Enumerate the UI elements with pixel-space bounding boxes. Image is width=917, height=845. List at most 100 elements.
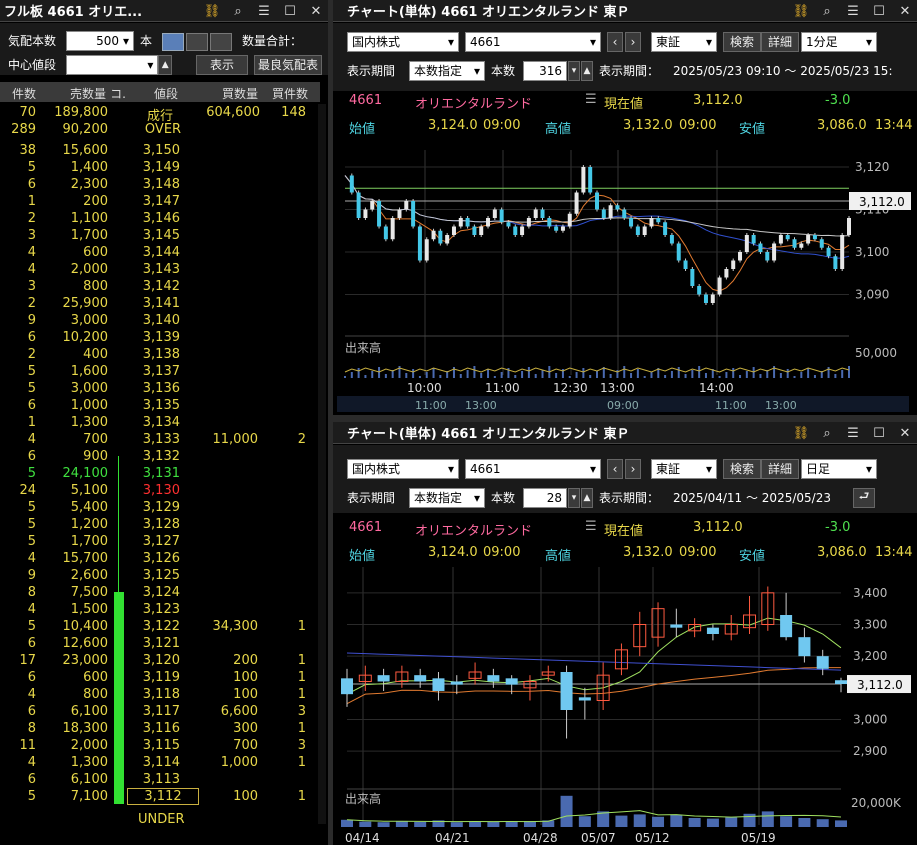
menu-icon[interactable]: ☰ bbox=[254, 4, 274, 19]
book-row[interactable]: 17 23,000 3,120 200 1 bbox=[0, 652, 320, 669]
exchange-select[interactable]: 東証 ▾ bbox=[651, 458, 717, 479]
exchange-select[interactable]: 東証 ▾ bbox=[651, 31, 717, 52]
interval-select[interactable]: 1分足 ▾ bbox=[801, 31, 877, 52]
chart-top-panel: チャート(単体) 4661 オリエンタルランド 東Ｐ ⛓ ⌕ ☰ ☐ ✕ 国内株… bbox=[333, 0, 917, 415]
count-up-button[interactable]: ▲ bbox=[581, 487, 593, 508]
book-row[interactable]: 6 12,600 3,121 bbox=[0, 635, 320, 652]
chart-bottom-titlebar[interactable]: チャート(単体) 4661 オリエンタルランド 東Ｐ ⛓ ⌕ ☰ ☐ ✕ bbox=[333, 422, 917, 444]
book-row[interactable]: 4 800 3,118 100 1 bbox=[0, 686, 320, 703]
close-icon[interactable]: ✕ bbox=[895, 426, 915, 441]
period-select[interactable]: 本数指定 ▾ bbox=[409, 487, 485, 508]
book-row[interactable]: 6 900 3,132 bbox=[0, 448, 320, 465]
book-row[interactable]: 4 700 3,133 11,000 2 bbox=[0, 431, 320, 448]
book-row[interactable]: 6 6,100 3,113 bbox=[0, 771, 320, 788]
code-input[interactable]: 4661 ▾ bbox=[465, 458, 601, 479]
book-row[interactable]: 4 1,500 3,123 bbox=[0, 601, 320, 618]
chart-top-titlebar[interactable]: チャート(単体) 4661 オリエンタルランド 東Ｐ ⛓ ⌕ ☰ ☐ ✕ bbox=[333, 0, 917, 22]
book-row[interactable]: 38 15,600 3,150 bbox=[0, 142, 320, 159]
book-row[interactable]: 6 6,100 3,117 6,600 3 bbox=[0, 703, 320, 720]
maximize-icon[interactable]: ☐ bbox=[869, 426, 889, 441]
book-row[interactable]: 11 2,000 3,115 700 3 bbox=[0, 737, 320, 754]
next-button[interactable]: › bbox=[625, 458, 641, 479]
code-input[interactable]: 4661 ▾ bbox=[465, 31, 601, 52]
book-row[interactable]: 4 600 3,144 bbox=[0, 244, 320, 261]
count-up-button[interactable]: ▲ bbox=[581, 60, 593, 81]
center-price-input[interactable]: ▾ bbox=[66, 54, 159, 75]
count-input[interactable]: 28 bbox=[523, 487, 567, 508]
layout-icon-3[interactable] bbox=[210, 32, 232, 51]
book-row[interactable]: 3 1,700 3,145 bbox=[0, 227, 320, 244]
search-button[interactable]: 検索 bbox=[723, 458, 762, 479]
count-input[interactable]: 316 bbox=[523, 60, 567, 81]
chart-top-title: チャート(単体) 4661 オリエンタルランド 東Ｐ bbox=[347, 5, 630, 20]
over-row[interactable]: 289 90,200 OVER bbox=[0, 121, 320, 138]
maximize-icon[interactable]: ☐ bbox=[280, 4, 300, 19]
book-row[interactable]: 9 2,600 3,125 bbox=[0, 567, 320, 584]
book-row[interactable]: 24 5,100 3,130 bbox=[0, 482, 320, 499]
book-row[interactable]: 8 18,300 3,116 300 1 bbox=[0, 720, 320, 737]
menu-icon[interactable]: ☰ bbox=[843, 4, 863, 19]
book-row[interactable]: 1 1,300 3,134 bbox=[0, 414, 320, 431]
book-row[interactable]: 5 5,400 3,129 bbox=[0, 499, 320, 516]
change-value: -3.0 bbox=[825, 520, 851, 535]
book-row[interactable]: 5 1,600 3,137 bbox=[0, 363, 320, 380]
count-down-button[interactable]: ▾ bbox=[568, 487, 580, 508]
order-book-titlebar[interactable]: フル板 4661 オリエ... ⛓ ⌕ ☰ ☐ ✕ bbox=[0, 0, 328, 22]
book-row[interactable]: 6 2,300 3,148 bbox=[0, 176, 320, 193]
book-row[interactable]: 3 800 3,142 bbox=[0, 278, 320, 295]
market-select[interactable]: 国内株式 ▾ bbox=[347, 31, 459, 52]
book-row[interactable]: 4 2,000 3,143 bbox=[0, 261, 320, 278]
book-ask-qty: 6,100 bbox=[70, 772, 108, 787]
close-icon[interactable]: ✕ bbox=[895, 4, 915, 19]
book-row[interactable]: 5 24,100 3,131 bbox=[0, 465, 320, 482]
spin-up-button[interactable]: ▲ bbox=[158, 54, 172, 75]
close-icon[interactable]: ✕ bbox=[306, 4, 326, 19]
daily-chart[interactable]: 3,400 3,300 3,200 3,000 2,900 3,112.0 出来高 20,00… bbox=[333, 567, 917, 845]
intraday-chart[interactable]: 3,1203,1103,1003,0903,112.0出来高50,00010:0… bbox=[333, 140, 917, 415]
book-row[interactable]: 6 10,200 3,139 bbox=[0, 329, 320, 346]
book-row[interactable]: 1 200 3,147 bbox=[0, 193, 320, 210]
search-icon[interactable]: ⌕ bbox=[817, 426, 837, 441]
search-icon[interactable]: ⌕ bbox=[228, 4, 248, 19]
book-row[interactable]: 2 25,900 3,141 bbox=[0, 295, 320, 312]
book-row[interactable]: 4 15,700 3,126 bbox=[0, 550, 320, 567]
prev-button[interactable]: ‹ bbox=[607, 31, 623, 52]
layout-icon-1[interactable] bbox=[162, 32, 184, 51]
search-icon[interactable]: ⌕ bbox=[817, 4, 837, 19]
menu-icon[interactable]: ☰ bbox=[843, 426, 863, 441]
book-row[interactable]: 9 3,000 3,140 bbox=[0, 312, 320, 329]
link-icon[interactable]: ⛓ bbox=[202, 4, 222, 19]
reset-icon[interactable]: ⮐ bbox=[853, 487, 875, 508]
book-row[interactable]: 5 1,400 3,149 bbox=[0, 159, 320, 176]
period-select[interactable]: 本数指定 ▾ bbox=[409, 60, 485, 81]
book-row[interactable]: 2 400 3,138 bbox=[0, 346, 320, 363]
detail-button[interactable]: 詳細 bbox=[761, 31, 800, 52]
market-select[interactable]: 国内株式 ▾ bbox=[347, 458, 459, 479]
next-button[interactable]: › bbox=[625, 31, 641, 52]
market-order-row[interactable]: 70 189,800 成行 604,600 148 bbox=[0, 104, 320, 124]
left-scrollbar[interactable] bbox=[318, 104, 326, 824]
search-button[interactable]: 検索 bbox=[723, 31, 762, 52]
book-row[interactable]: 5 7,100 3,112 100 1 bbox=[0, 788, 320, 805]
book-row[interactable]: 5 1,200 3,128 bbox=[0, 516, 320, 533]
count-down-button[interactable]: ▾ bbox=[568, 60, 580, 81]
prev-button[interactable]: ‹ bbox=[607, 458, 623, 479]
best-quote-button[interactable]: 最良気配表 bbox=[254, 54, 322, 75]
interval-select[interactable]: 日足 ▾ bbox=[801, 458, 877, 479]
book-row[interactable]: 5 10,400 3,122 34,300 1 bbox=[0, 618, 320, 635]
book-row[interactable]: 8 7,500 3,124 bbox=[0, 584, 320, 601]
detail-button[interactable]: 詳細 bbox=[761, 458, 800, 479]
book-row[interactable]: 6 1,000 3,135 bbox=[0, 397, 320, 414]
link-icon[interactable]: ⛓ bbox=[791, 426, 811, 441]
kehai-count-select[interactable]: 500 ▾ bbox=[66, 30, 134, 51]
link-icon[interactable]: ⛓ bbox=[791, 4, 811, 19]
book-row[interactable]: 5 1,700 3,127 bbox=[0, 533, 320, 550]
book-row[interactable]: 4 1,300 3,114 1,000 1 bbox=[0, 754, 320, 771]
show-button[interactable]: 表示 bbox=[196, 54, 248, 75]
maximize-icon[interactable]: ☐ bbox=[869, 4, 889, 19]
book-row[interactable]: 5 3,000 3,136 bbox=[0, 380, 320, 397]
layout-icon-2[interactable] bbox=[186, 32, 208, 51]
book-row[interactable]: 2 1,100 3,146 bbox=[0, 210, 320, 227]
book-row[interactable]: 6 600 3,119 100 1 bbox=[0, 669, 320, 686]
current-label: 現在値 bbox=[604, 97, 644, 112]
